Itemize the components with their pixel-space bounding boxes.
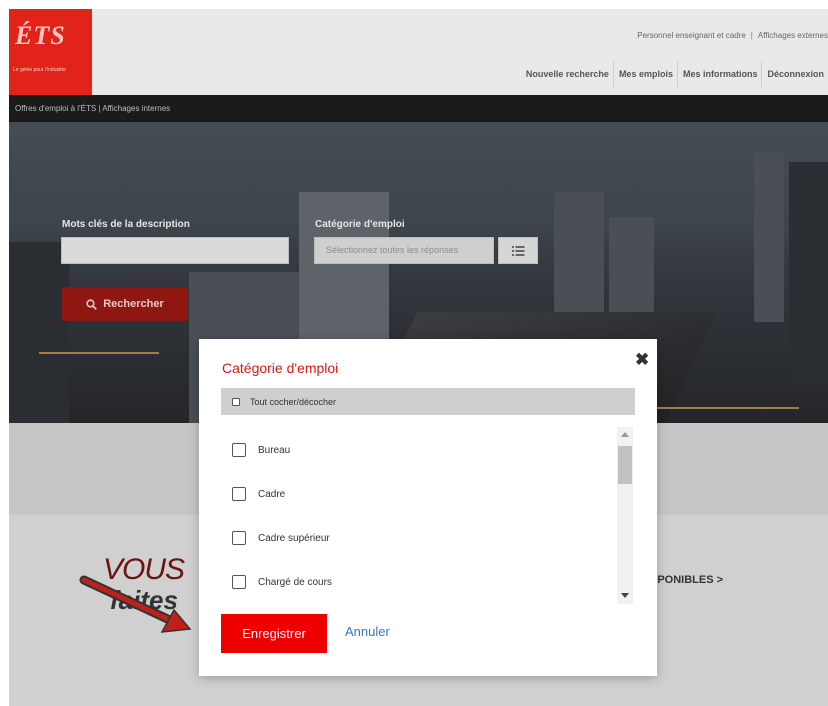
red-arrow-icon [79,575,192,633]
list-item[interactable]: Chargé de cours [232,575,332,589]
category-options-list: Bureau Cadre Cadre supérieur Chargé de c… [221,427,633,604]
street-lights [649,407,799,409]
building [554,192,604,312]
link-personnel[interactable]: Personnel enseignant et cadre [637,31,746,40]
search-icon [86,298,98,310]
category-list-button[interactable] [498,237,538,264]
category-label: Catégorie d'emploi [315,219,405,230]
nav-nouvelle-recherche[interactable]: Nouvelle recherche [521,61,614,87]
main-nav: Nouvelle recherche Mes emplois Mes infor… [521,61,828,87]
option-checkbox[interactable] [232,487,246,501]
list-scrollbar[interactable] [617,427,633,604]
list-item[interactable]: Cadre [232,487,285,501]
option-label: Cadre [258,488,286,500]
modal-title: Catégorie d'emploi [222,360,339,376]
search-button-label: Rechercher [103,298,164,310]
building [754,152,784,322]
top-links: Personnel enseignant et cadre | Affichages… [637,31,828,40]
list-icon [512,246,525,256]
nav-mes-emplois[interactable]: Mes emplois [614,61,678,87]
option-checkbox[interactable] [232,575,246,589]
option-label: Chargé de cours [258,576,332,588]
keywords-label: Mots clés de la description [62,219,190,230]
scroll-thumb[interactable] [618,446,632,484]
save-button[interactable]: Enregistrer [221,614,327,653]
street-lights [39,352,159,354]
close-icon[interactable]: ✖ [635,351,649,368]
option-checkbox[interactable] [232,443,246,457]
building [9,242,69,423]
link-affichages-externes[interactable]: Affichages externes [758,31,828,40]
category-select[interactable]: Sélectionnez toutes les réponses [314,237,494,264]
search-button[interactable]: Rechercher [62,287,188,321]
option-label: Cadre supérieur [258,532,330,544]
category-modal: Catégorie d'emploi ✖ Tout cocher/décoche… [199,339,657,676]
hero-sky [9,122,828,252]
top-links-separator: | [750,31,753,40]
disponibles-link[interactable]: SPONIBLES > [650,574,723,586]
option-label: Bureau [258,444,291,456]
check-all-label: Tout cocher/décocher [250,396,337,407]
list-item[interactable]: Bureau [232,443,290,457]
building [609,217,654,327]
option-checkbox[interactable] [232,531,246,545]
scroll-down-icon[interactable] [621,593,629,598]
scroll-up-icon[interactable] [621,432,629,437]
breadcrumb: Offres d'emploi à l'ÉTS | Affichages int… [9,95,828,122]
logo-mark: ÉTS [15,21,66,50]
building [789,162,828,382]
nav-mes-informations[interactable]: Mes informations [678,61,763,87]
keywords-input[interactable] [61,237,289,264]
cancel-button[interactable]: Annuler [345,624,390,639]
ets-logo[interactable]: ÉTS Le génie pour l'industrie [9,9,92,95]
check-all-checkbox[interactable] [232,397,240,406]
nav-deconnexion[interactable]: Déconnexion [762,61,828,87]
list-item[interactable]: Cadre supérieur [232,531,330,545]
check-all-row[interactable]: Tout cocher/décocher [221,388,635,415]
site-header: ÉTS Le génie pour l'industrie Personnel … [9,9,828,95]
logo-tagline: Le génie pour l'industrie [13,67,66,73]
